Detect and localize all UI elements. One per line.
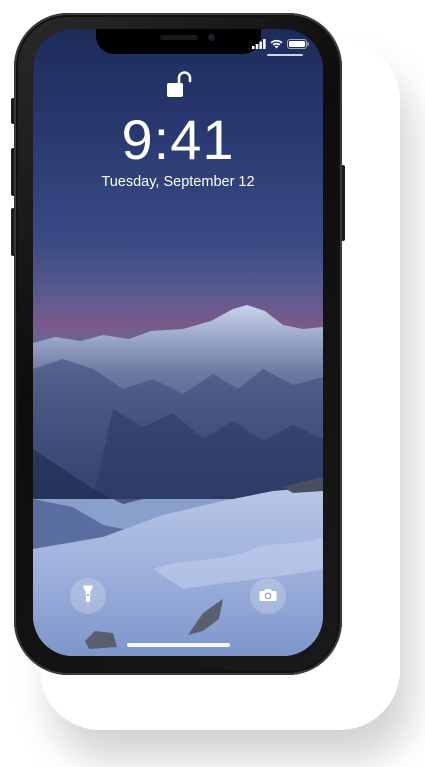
front-camera <box>208 34 215 41</box>
lock-screen-date: Tuesday, September 12 <box>101 174 255 190</box>
flashlight-button[interactable] <box>70 578 106 614</box>
flashlight-icon <box>83 585 93 607</box>
battery-icon <box>287 39 309 49</box>
camera-button[interactable] <box>250 578 286 614</box>
control-center-indicator[interactable] <box>267 54 303 56</box>
unlocked-padlock-icon <box>166 70 192 104</box>
earpiece-speaker <box>160 35 198 40</box>
lock-screen: 9:41 Tuesday, September 12 <box>33 29 323 656</box>
signal-icon <box>252 39 266 49</box>
lock-screen-time: 9:41 <box>121 108 235 171</box>
status-bar <box>252 38 309 50</box>
home-indicator[interactable] <box>127 643 230 647</box>
camera-notch <box>96 29 261 54</box>
wifi-icon <box>270 39 283 49</box>
camera-icon <box>259 587 277 606</box>
